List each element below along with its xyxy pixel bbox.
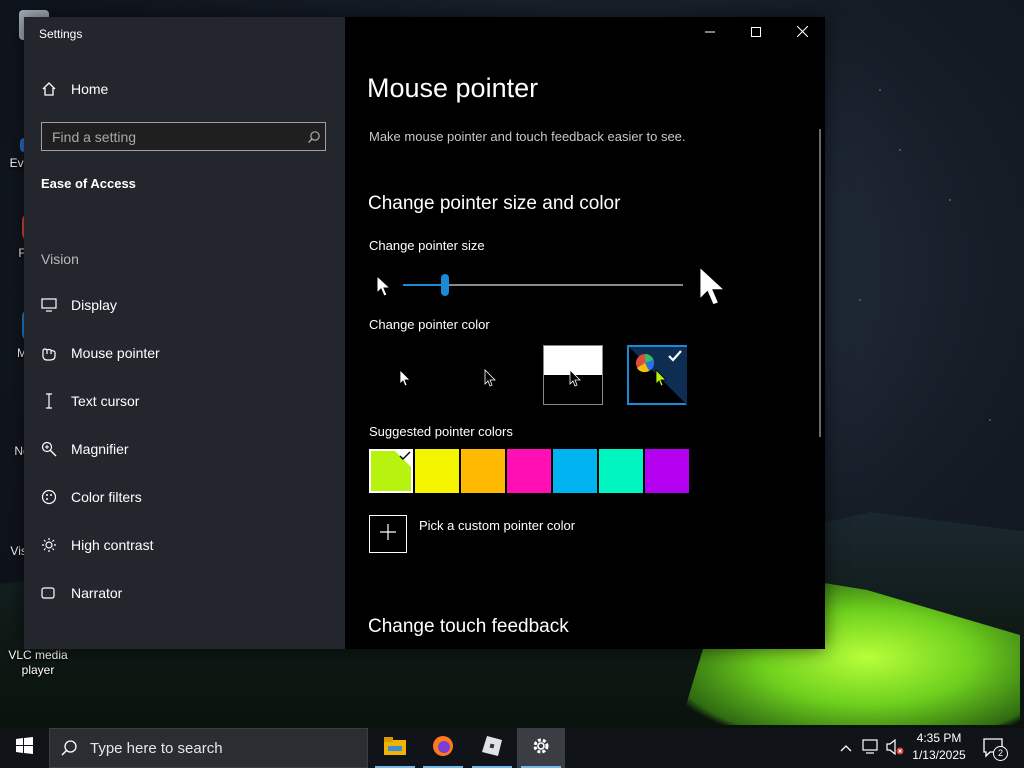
- main-content: Mouse pointer Make mouse pointer and tou…: [345, 17, 825, 649]
- maximize-icon: [751, 24, 761, 42]
- taskbar: 4:35 PM 1/13/2025 2: [0, 728, 1024, 768]
- section-title: Ease of Access: [41, 176, 136, 191]
- clock-time: 4:35 PM: [916, 731, 962, 745]
- sidebar-item-high-contrast[interactable]: High contrast: [40, 537, 153, 553]
- color-filters-icon: [40, 489, 58, 505]
- checkmark-icon: [667, 349, 683, 368]
- suggested-color-swatch[interactable]: [507, 449, 551, 493]
- size-color-heading: Change pointer size and color: [368, 193, 621, 214]
- pointer-color-white[interactable]: [372, 345, 432, 405]
- system-clock[interactable]: 4:35 PM 1/13/2025: [900, 730, 978, 764]
- slider-fill: [403, 284, 445, 286]
- large-pointer-icon: [698, 263, 728, 314]
- taskbar-firefox[interactable]: [419, 728, 467, 768]
- slider-thumb[interactable]: [441, 274, 449, 296]
- suggested-color-swatch[interactable]: [645, 449, 689, 493]
- sidebar-item-text-cursor[interactable]: Text cursor: [40, 393, 139, 409]
- taskbar-file-explorer[interactable]: [371, 728, 419, 768]
- file-explorer-icon: [384, 736, 406, 760]
- clock-date: 1/13/2025: [912, 748, 966, 762]
- suggested-color-swatch[interactable]: [369, 449, 413, 493]
- mouse-pointer-icon: [40, 345, 58, 361]
- close-button[interactable]: [779, 17, 825, 49]
- custom-color-button[interactable]: [369, 515, 407, 553]
- suggested-colors-label: Suggested pointer colors: [369, 424, 513, 439]
- taskbar-settings[interactable]: [517, 728, 565, 768]
- pointer-color-custom[interactable]: [627, 345, 687, 405]
- suggested-color-swatch[interactable]: [553, 449, 597, 493]
- pointer-color-label: Change pointer color: [369, 317, 490, 332]
- minimize-button[interactable]: [687, 17, 733, 49]
- window-title: Settings: [39, 27, 83, 41]
- home-label: Home: [71, 81, 109, 97]
- checkmark-icon: [393, 449, 413, 469]
- roblox-icon: [481, 735, 503, 762]
- taskbar-search-input[interactable]: [88, 738, 352, 758]
- small-pointer-icon: [376, 274, 392, 302]
- sidebar-item-color-filters[interactable]: Color filters: [40, 489, 142, 505]
- text-cursor-icon: [40, 393, 58, 409]
- start-button[interactable]: [0, 728, 48, 768]
- sidebar: Settings Home Ease of Access Vision Disp…: [24, 17, 345, 649]
- custom-color-label[interactable]: Pick a custom pointer color: [419, 518, 575, 533]
- sidebar-item-display[interactable]: Display: [40, 297, 117, 313]
- pointer-color-black[interactable]: [457, 345, 517, 405]
- search-icon: [303, 130, 325, 144]
- search-icon: [50, 739, 88, 757]
- home-icon: [40, 81, 58, 97]
- firefox-icon: [432, 735, 454, 762]
- magnifier-icon: [40, 441, 58, 457]
- network-icon[interactable]: [862, 739, 880, 760]
- narrator-icon: [40, 586, 58, 600]
- plus-icon: [380, 523, 396, 545]
- pointer-color-inverted[interactable]: [543, 345, 603, 405]
- content-scrollbar[interactable]: [819, 129, 821, 437]
- taskbar-roblox[interactable]: [468, 728, 516, 768]
- sidebar-item-home[interactable]: Home: [40, 81, 108, 97]
- settings-window: Settings Home Ease of Access Vision Disp…: [24, 17, 825, 649]
- sidebar-item-narrator[interactable]: Narrator: [40, 585, 122, 601]
- close-icon: [796, 24, 808, 42]
- find-setting-search[interactable]: [41, 122, 326, 151]
- suggested-color-swatch[interactable]: [415, 449, 459, 493]
- find-setting-input[interactable]: [42, 127, 303, 146]
- settings-gear-icon: [531, 736, 551, 761]
- monitor-icon: [40, 298, 58, 312]
- pointer-size-slider[interactable]: [403, 274, 683, 296]
- sidebar-item-magnifier[interactable]: Magnifier: [40, 441, 129, 457]
- show-hidden-icons-chevron-icon[interactable]: [840, 740, 852, 758]
- sidebar-item-mouse-pointer[interactable]: Mouse pointer: [40, 345, 160, 361]
- suggested-color-swatch[interactable]: [461, 449, 505, 493]
- windows-logo-icon: [15, 737, 33, 759]
- high-contrast-icon: [40, 537, 58, 553]
- touch-feedback-heading: Change touch feedback: [368, 616, 569, 637]
- taskbar-search-box[interactable]: [49, 728, 368, 768]
- suggested-color-swatch[interactable]: [599, 449, 643, 493]
- group-label-vision: Vision: [41, 251, 79, 267]
- pointer-size-label: Change pointer size: [369, 238, 485, 253]
- notification-count-badge: 2: [993, 746, 1008, 761]
- minimize-icon: [705, 24, 715, 42]
- maximize-button[interactable]: [733, 17, 779, 49]
- page-description: Make mouse pointer and touch feedback ea…: [369, 129, 686, 144]
- page-title: Mouse pointer: [367, 73, 539, 103]
